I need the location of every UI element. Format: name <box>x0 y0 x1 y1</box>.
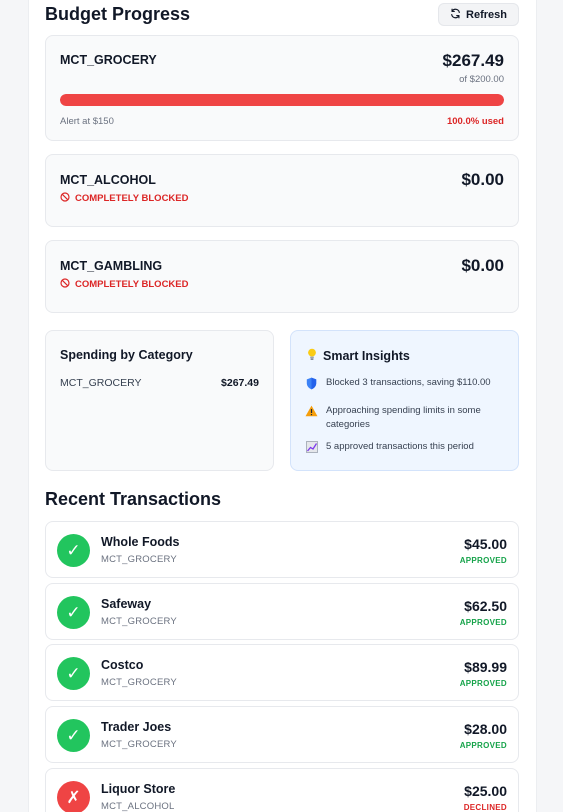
smart-insights-card: Smart Insights Blocked 3 transactions, s… <box>290 330 519 471</box>
cross-icon: ✗ <box>57 781 90 812</box>
transaction-status: APPROVED <box>459 679 507 688</box>
spending-row-amount: $267.49 <box>221 377 259 389</box>
transaction-merchant: Whole Foods <box>101 535 180 549</box>
budget-limit: of $200.00 <box>459 74 504 85</box>
budget-category: MCT_GROCERY <box>60 53 157 67</box>
budget-title: Budget Progress <box>45 4 191 24</box>
transaction-category: MCT_ALCOHOL <box>101 801 175 812</box>
spending-title: Spending by Category <box>60 348 193 362</box>
check-icon: ✓ <box>57 657 90 690</box>
transaction-status: APPROVED <box>459 618 507 627</box>
transaction-amount: $45.00 <box>464 536 507 552</box>
check-icon: ✓ <box>57 719 90 752</box>
budget-amount: $0.00 <box>461 170 504 189</box>
insights-title: Smart Insights <box>323 349 410 363</box>
refresh-icon <box>450 8 461 22</box>
transaction-amount: $25.00 <box>464 783 507 799</box>
refresh-label: Refresh <box>466 8 507 21</box>
budget-header: Budget Progress Refresh <box>45 2 519 28</box>
transaction-merchant: Liquor Store <box>101 782 176 796</box>
blocked-label: COMPLETELY BLOCKED <box>75 279 189 290</box>
warning-icon <box>305 404 318 432</box>
insights-header: Smart Insights <box>307 348 410 364</box>
transaction-row[interactable]: ✓ Trader Joes MCT_GROCERY $28.00 APPROVE… <box>45 706 519 763</box>
budget-category: MCT_GAMBLING <box>60 259 163 273</box>
budget-alert-threshold: Alert at $150 <box>60 116 114 127</box>
transaction-amount: $89.99 <box>464 659 507 675</box>
check-icon: ✓ <box>57 534 90 567</box>
transaction-merchant: Costco <box>101 658 144 672</box>
budget-card-alcohol: MCT_ALCOHOL $0.00 COMPLETELY BLOCKED <box>45 154 519 227</box>
blocked-badge: COMPLETELY BLOCKED <box>60 192 189 205</box>
insight-item: 5 approved transactions this period <box>305 440 506 454</box>
budget-amount: $0.00 <box>461 256 504 275</box>
transaction-category: MCT_GROCERY <box>101 739 177 750</box>
transaction-row[interactable]: ✓ Whole Foods MCT_GROCERY $45.00 APPROVE… <box>45 521 519 578</box>
budget-category: MCT_ALCOHOL <box>60 173 156 187</box>
shield-icon <box>305 376 318 390</box>
blocked-icon <box>60 278 70 291</box>
transaction-row[interactable]: ✓ Costco MCT_GROCERY $89.99 APPROVED <box>45 644 519 701</box>
transaction-category: MCT_GROCERY <box>101 616 177 627</box>
insight-text: 5 approved transactions this period <box>326 441 474 452</box>
transaction-amount: $62.50 <box>464 598 507 614</box>
budget-amount: $267.49 <box>442 51 504 70</box>
transaction-merchant: Trader Joes <box>101 720 172 734</box>
budget-progress-bar <box>60 94 504 106</box>
main-panel: Budget Progress Refresh MCT_GROCERY $267… <box>28 0 537 812</box>
transaction-row[interactable]: ✗ Liquor Store MCT_ALCOHOL $25.00 DECLIN… <box>45 768 519 812</box>
spending-by-category-card: Spending by Category MCT_GROCERY $267.49 <box>45 330 274 471</box>
recent-transactions-title: Recent Transactions <box>45 489 222 509</box>
blocked-icon <box>60 192 70 205</box>
transaction-status: APPROVED <box>459 741 507 750</box>
transaction-amount: $28.00 <box>464 721 507 737</box>
spending-row-category: MCT_GROCERY <box>60 377 142 389</box>
refresh-button[interactable]: Refresh <box>438 3 519 26</box>
transaction-status: DECLINED <box>463 803 507 812</box>
blocked-label: COMPLETELY BLOCKED <box>75 193 189 204</box>
transaction-status: APPROVED <box>459 556 507 565</box>
lightbulb-icon <box>307 348 317 364</box>
budget-used-percent: 100.0% used <box>446 116 504 127</box>
insight-text: Blocked 3 transactions, saving $110.00 <box>326 377 491 388</box>
check-icon: ✓ <box>57 596 90 629</box>
transaction-category: MCT_GROCERY <box>101 554 177 565</box>
budget-card-gambling: MCT_GAMBLING $0.00 COMPLETELY BLOCKED <box>45 240 519 313</box>
insight-item: Approaching spending limits in some cate… <box>305 404 506 432</box>
budget-progress-fill <box>60 94 504 106</box>
transaction-category: MCT_GROCERY <box>101 677 177 688</box>
transaction-list: ✓ Whole Foods MCT_GROCERY $45.00 APPROVE… <box>45 521 519 812</box>
blocked-badge: COMPLETELY BLOCKED <box>60 278 189 291</box>
transaction-merchant: Safeway <box>101 597 152 611</box>
chart-icon <box>305 440 318 454</box>
transaction-row[interactable]: ✓ Safeway MCT_GROCERY $62.50 APPROVED <box>45 583 519 640</box>
insight-item: Blocked 3 transactions, saving $110.00 <box>305 376 506 390</box>
insight-text: Approaching spending limits in some cate… <box>326 405 481 430</box>
budget-card-grocery: MCT_GROCERY $267.49 of $200.00 Alert at … <box>45 35 519 141</box>
